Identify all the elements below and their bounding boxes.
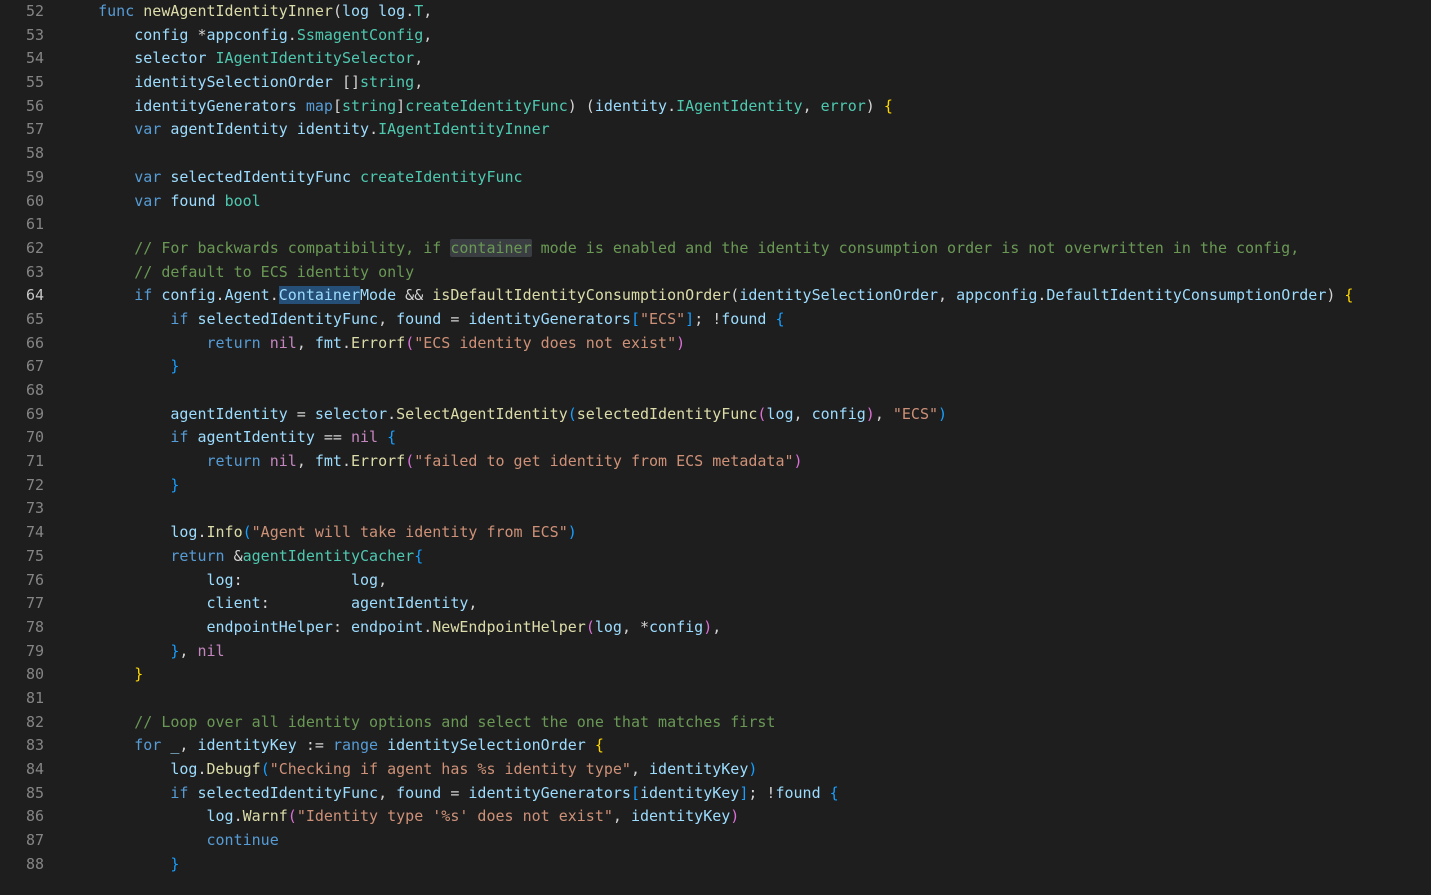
code-area[interactable]: func newAgentIdentityInner(log log.T, co…	[62, 0, 1431, 895]
line-number: 64	[0, 284, 44, 308]
code-line[interactable]: continue	[62, 829, 1431, 853]
code-line[interactable]: log.Debugf("Checking if agent has %s ide…	[62, 758, 1431, 782]
line-number: 78	[0, 616, 44, 640]
line-number: 68	[0, 379, 44, 403]
line-number: 58	[0, 142, 44, 166]
line-number: 54	[0, 47, 44, 71]
line-number: 81	[0, 687, 44, 711]
code-line[interactable]: }	[62, 355, 1431, 379]
line-number: 84	[0, 758, 44, 782]
line-number: 77	[0, 592, 44, 616]
code-line[interactable]: // Loop over all identity options and se…	[62, 711, 1431, 735]
line-number: 79	[0, 640, 44, 664]
code-line[interactable]: var agentIdentity identity.IAgentIdentit…	[62, 118, 1431, 142]
line-number: 57	[0, 118, 44, 142]
code-line[interactable]: log.Warnf("Identity type '%s' does not e…	[62, 805, 1431, 829]
line-number: 85	[0, 782, 44, 806]
code-line[interactable]: identitySelectionOrder []string,	[62, 71, 1431, 95]
code-line[interactable]: var found bool	[62, 190, 1431, 214]
line-number: 71	[0, 450, 44, 474]
code-line[interactable]: log: log,	[62, 569, 1431, 593]
code-line[interactable]: client: agentIdentity,	[62, 592, 1431, 616]
code-line[interactable]: }, nil	[62, 640, 1431, 664]
line-number: 60	[0, 190, 44, 214]
line-number: 66	[0, 332, 44, 356]
line-number: 70	[0, 426, 44, 450]
line-number: 87	[0, 829, 44, 853]
code-line[interactable]: }	[62, 663, 1431, 687]
line-number: 53	[0, 24, 44, 48]
code-line[interactable]: return nil, fmt.Errorf("failed to get id…	[62, 450, 1431, 474]
code-line[interactable]: log.Info("Agent will take identity from …	[62, 521, 1431, 545]
word-highlight: container	[450, 239, 531, 257]
line-number: 74	[0, 521, 44, 545]
code-line[interactable]: // For backwards compatibility, if conta…	[62, 237, 1431, 261]
code-line[interactable]: }	[62, 474, 1431, 498]
line-number: 83	[0, 734, 44, 758]
code-line[interactable]: return nil, fmt.Errorf("ECS identity doe…	[62, 332, 1431, 356]
code-line[interactable]	[62, 687, 1431, 711]
code-line[interactable]: func newAgentIdentityInner(log log.T,	[62, 0, 1431, 24]
text-selection: Container	[279, 286, 360, 304]
code-line[interactable]: // default to ECS identity only	[62, 261, 1431, 285]
line-number: 75	[0, 545, 44, 569]
line-number: 69	[0, 403, 44, 427]
line-number: 59	[0, 166, 44, 190]
code-line[interactable]	[62, 213, 1431, 237]
code-line[interactable]: if config.Agent.ContainerMode && isDefau…	[62, 284, 1431, 308]
code-line[interactable]: }	[62, 853, 1431, 877]
code-line[interactable]	[62, 379, 1431, 403]
line-number: 76	[0, 569, 44, 593]
code-line[interactable]: if agentIdentity == nil {	[62, 426, 1431, 450]
line-number: 55	[0, 71, 44, 95]
code-line[interactable]	[62, 497, 1431, 521]
line-number: 65	[0, 308, 44, 332]
code-line[interactable]: config *appconfig.SsmagentConfig,	[62, 24, 1431, 48]
line-number-gutter: 5253545556575859606162636465666768697071…	[0, 0, 62, 895]
code-line[interactable]: if selectedIdentityFunc, found = identit…	[62, 782, 1431, 806]
line-number: 73	[0, 497, 44, 521]
code-line[interactable]: return &agentIdentityCacher{	[62, 545, 1431, 569]
line-number: 52	[0, 0, 44, 24]
line-number: 56	[0, 95, 44, 119]
code-line[interactable]: for _, identityKey := range identitySele…	[62, 734, 1431, 758]
line-number: 62	[0, 237, 44, 261]
code-line[interactable]: endpointHelper: endpoint.NewEndpointHelp…	[62, 616, 1431, 640]
line-number: 61	[0, 213, 44, 237]
line-number: 80	[0, 663, 44, 687]
code-line[interactable]: var selectedIdentityFunc createIdentityF…	[62, 166, 1431, 190]
code-line[interactable]: if selectedIdentityFunc, found = identit…	[62, 308, 1431, 332]
line-number: 67	[0, 355, 44, 379]
code-line[interactable]: identityGenerators map[string]createIden…	[62, 95, 1431, 119]
line-number: 72	[0, 474, 44, 498]
code-editor[interactable]: 5253545556575859606162636465666768697071…	[0, 0, 1431, 895]
code-line[interactable]: selector IAgentIdentitySelector,	[62, 47, 1431, 71]
line-number: 63	[0, 261, 44, 285]
line-number: 88	[0, 853, 44, 877]
code-line[interactable]: agentIdentity = selector.SelectAgentIden…	[62, 403, 1431, 427]
line-number: 82	[0, 711, 44, 735]
code-line[interactable]	[62, 142, 1431, 166]
line-number: 86	[0, 805, 44, 829]
